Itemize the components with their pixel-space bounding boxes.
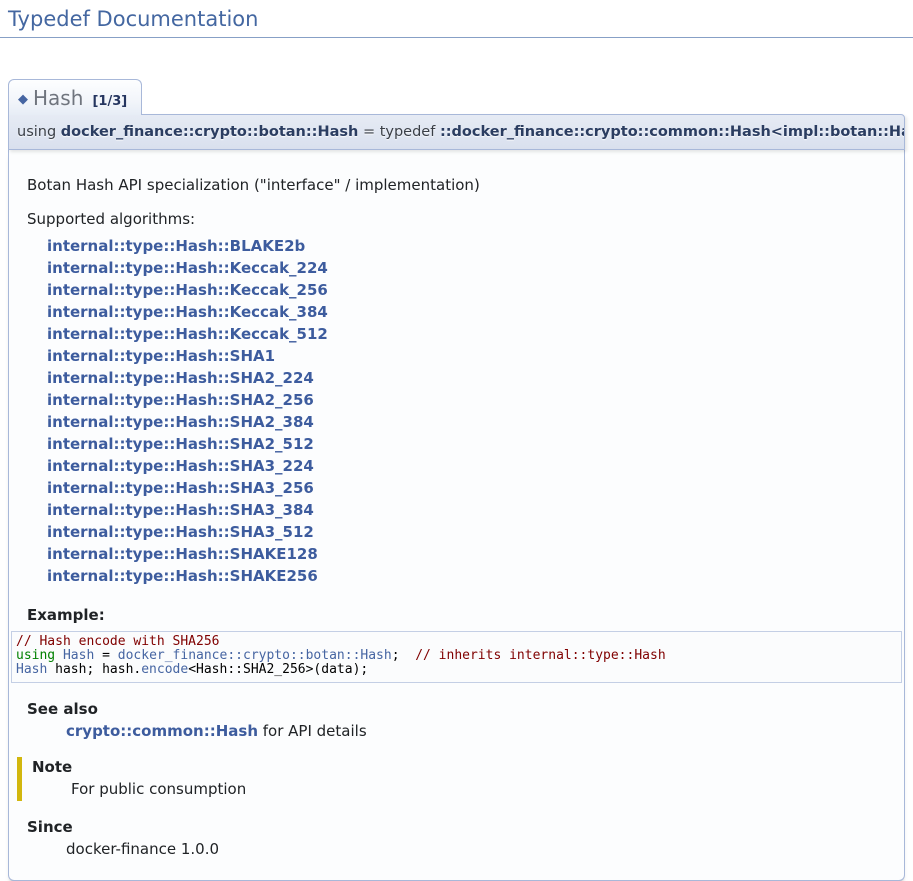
code-text: = [94,648,117,663]
code-example-block: // Hash encode with SHA256using Hash = d… [11,631,902,683]
list-item: internal::type::Hash::SHA2_224 [47,367,894,389]
see-also-section: See also crypto::common::Hash for API de… [27,700,894,740]
list-item: internal::type::Hash::BLAKE2b [47,235,894,257]
code-comment: // Hash encode with SHA256 [16,634,220,649]
algorithm-link[interactable]: internal::type::Hash::SHA2_224 [47,369,314,387]
code-text: ; [392,648,415,663]
typedef-connector: = typedef [358,124,440,140]
algorithm-link[interactable]: internal::type::Hash::Keccak_512 [47,325,328,343]
description-text: Botan Hash API specialization ("interfac… [27,176,886,194]
code-line: using Hash = docker_finance::crypto::bot… [16,649,897,663]
member-title-tab: ◆ Hash [1/3] [8,79,142,115]
algorithm-link[interactable]: internal::type::Hash::SHAKE128 [47,545,318,563]
code-hash-link[interactable]: Hash [16,662,47,677]
see-also-content: crypto::common::Hash for API details [66,722,894,740]
list-item: internal::type::Hash::Keccak_384 [47,301,894,323]
algorithm-link[interactable]: internal::type::Hash::SHA3_224 [47,457,314,475]
list-item: internal::type::Hash::SHA3_512 [47,521,894,543]
list-item: internal::type::Hash::SHA3_224 [47,455,894,477]
member-name: Hash [33,86,83,110]
code-text: hash; hash. [47,662,141,677]
algorithm-link[interactable]: internal::type::Hash::Keccak_224 [47,259,328,277]
algorithms-label: Supported algorithms: [27,210,886,228]
list-item: internal::type::Hash::Keccak_512 [47,323,894,345]
algorithm-link[interactable]: internal::type::Hash::Keccak_256 [47,281,328,299]
list-item: internal::type::Hash::SHA2_384 [47,411,894,433]
list-item: internal::type::Hash::SHA3_256 [47,477,894,499]
since-label: Since [27,818,894,836]
typedef-member-item: ◆Hash [1/3] using docker_finance::crypto… [8,79,905,881]
code-comment: // inherits internal::type::Hash [415,648,665,663]
algorithm-link[interactable]: internal::type::Hash::SHAKE256 [47,567,318,585]
typedef-prototype: using docker_finance::crypto::botan::Has… [8,114,905,150]
common-hash-link[interactable]: crypto::common::Hash [66,722,258,740]
member-documentation: Botan Hash API specialization ("interfac… [8,150,905,881]
algorithm-link[interactable]: internal::type::Hash::SHA3_384 [47,501,314,519]
supported-algorithms-list: internal::type::Hash::BLAKE2b internal::… [47,235,894,587]
algorithm-link[interactable]: internal::type::Hash::SHA3_256 [47,479,314,497]
list-item: internal::type::Hash::Keccak_256 [47,279,894,301]
algorithm-link[interactable]: internal::type::Hash::SHA3_512 [47,523,314,541]
algorithm-link[interactable]: internal::type::Hash::SHA1 [47,347,275,365]
list-item: internal::type::Hash::SHA2_512 [47,433,894,455]
algorithm-link[interactable]: internal::type::Hash::BLAKE2b [47,237,305,255]
algorithm-link[interactable]: internal::type::Hash::Keccak_384 [47,303,328,321]
code-encode-link[interactable]: encode [141,662,188,677]
code-hash-link[interactable]: Hash [63,648,94,663]
note-label: Note [32,758,894,776]
algorithm-link[interactable]: internal::type::Hash::SHA2_512 [47,435,314,453]
list-item: internal::type::Hash::Keccak_224 [47,257,894,279]
using-keyword: using [17,124,61,140]
note-text: For public consumption [71,780,894,798]
code-line: Hash hash; hash.encode<Hash::SHA2_256>(d… [16,663,897,677]
note-section: Note For public consumption [17,757,894,801]
algorithm-link[interactable]: internal::type::Hash::SHA2_256 [47,391,314,409]
page-title: Typedef Documentation [0,0,913,38]
list-item: internal::type::Hash::SHAKE128 [47,543,894,565]
see-also-suffix: for API details [258,722,367,740]
list-item: internal::type::Hash::SHA1 [47,345,894,367]
algorithm-link[interactable]: internal::type::Hash::SHA2_384 [47,413,314,431]
member-overload-index: [1/3] [92,94,127,109]
typedef-name-link[interactable]: docker_finance::crypto::botan::Hash [61,124,359,140]
typedef-target-type-link[interactable]: ::docker_finance::crypto::common::Hash<i… [440,124,905,140]
code-keyword: using [16,648,63,663]
since-text: docker-finance 1.0.0 [66,840,894,858]
since-section: Since docker-finance 1.0.0 [27,818,894,858]
list-item: internal::type::Hash::SHA3_384 [47,499,894,521]
code-line: // Hash encode with SHA256 [16,635,897,649]
permalink-anchor-icon[interactable]: ◆ [18,92,28,107]
example-label: Example: [27,606,886,624]
see-also-label: See also [27,700,894,718]
list-item: internal::type::Hash::SHAKE256 [47,565,894,587]
list-item: internal::type::Hash::SHA2_256 [47,389,894,411]
code-botan-hash-link[interactable]: docker_finance::crypto::botan::Hash [118,648,392,663]
code-text: <Hash::SHA2_256>(data); [188,662,368,677]
